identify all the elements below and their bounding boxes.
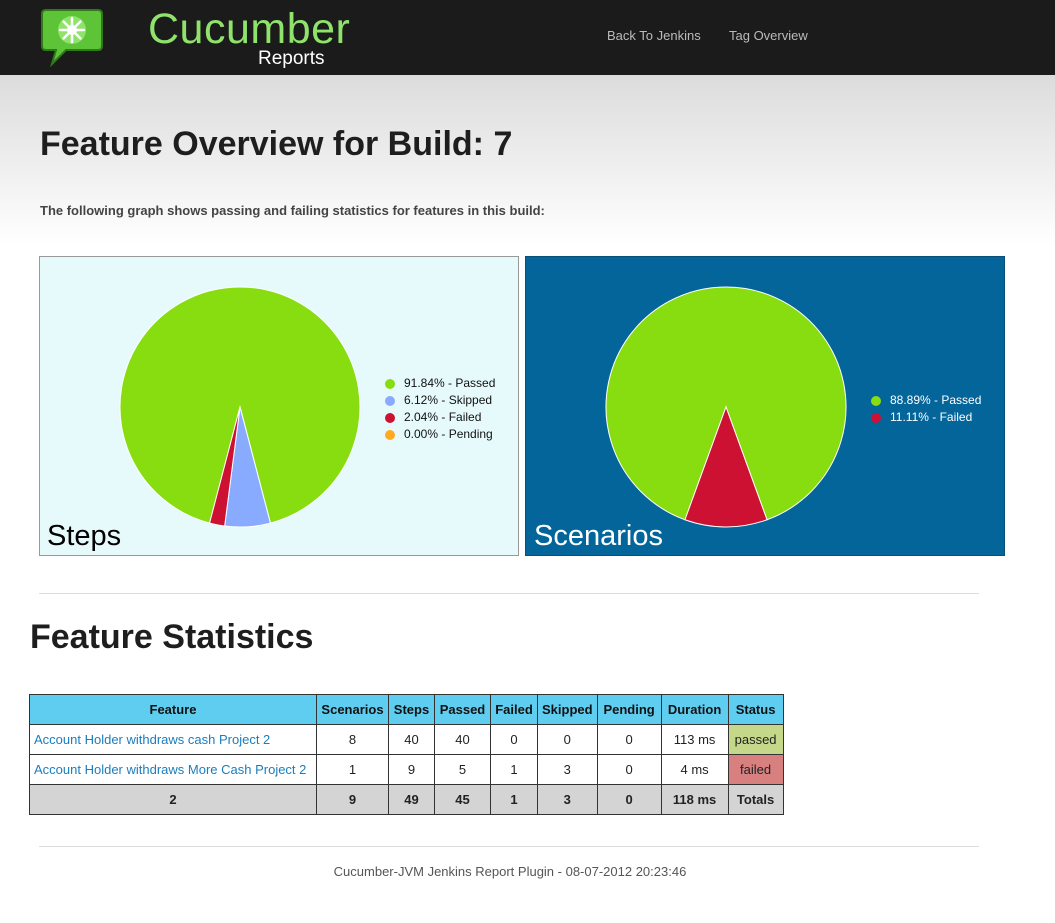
steps-chart-title: Steps: [47, 520, 122, 552]
legend-dot-icon: [385, 378, 395, 389]
logo[interactable]: Cucumber Reports: [40, 4, 351, 69]
scenarios-cell: 1: [316, 754, 389, 785]
total-features-cell: 2: [29, 784, 317, 815]
legend-dot-icon: [385, 412, 395, 423]
legend-dot-icon: [871, 395, 881, 406]
divider: [39, 593, 979, 594]
feature-cell: Account Holder withdraws cash Project 2: [29, 724, 317, 755]
table-header-row: Feature Scenarios Steps Passed Failed Sk…: [29, 694, 784, 725]
passed-cell: 5: [434, 754, 491, 785]
feature-link[interactable]: Account Holder withdraws More Cash Proje…: [34, 762, 306, 777]
legend-label: 6.12% - Skipped: [404, 393, 493, 407]
failed-cell: 1: [490, 754, 538, 785]
nav-tag-overview[interactable]: Tag Overview: [729, 28, 808, 43]
total-duration-cell: 118 ms: [660, 784, 729, 815]
scenarios-cell: 8: [316, 724, 389, 755]
legend-item: 11.11% - Failed: [871, 409, 981, 426]
legend-label: 88.89% - Passed: [890, 393, 982, 407]
steps-cell: 9: [388, 754, 435, 785]
scenarios-chart-title: Scenarios: [534, 520, 663, 552]
passed-cell: 40: [434, 724, 491, 755]
duration-cell: 4 ms: [660, 754, 729, 785]
legend-dot-icon: [385, 429, 395, 440]
table-row: Account Holder withdraws cash Project 2 …: [29, 724, 784, 755]
col-skipped: Skipped: [537, 694, 598, 725]
col-failed: Failed: [490, 694, 538, 725]
pending-cell: 0: [596, 724, 662, 755]
feature-statistics-table: Feature Scenarios Steps Passed Failed Sk…: [29, 694, 784, 815]
page-subtitle: The following graph shows passing and fa…: [40, 203, 545, 218]
feature-link[interactable]: Account Holder withdraws cash Project 2: [34, 732, 270, 747]
col-scenarios: Scenarios: [316, 694, 389, 725]
page-title: Feature Overview for Build: 7: [40, 125, 513, 163]
feature-cell: Account Holder withdraws More Cash Proje…: [29, 754, 317, 785]
steps-legend: 91.84% - Passed 6.12% - Skipped 2.04% - Fa…: [385, 375, 495, 443]
skipped-cell: 3: [537, 754, 598, 785]
total-failed-cell: 1: [490, 784, 538, 815]
col-passed: Passed: [434, 694, 491, 725]
steps-chart-panel: 91.84% - Passed 6.12% - Skipped 2.04% - Fa…: [39, 256, 519, 556]
col-pending: Pending: [596, 694, 662, 725]
steps-cell: 40: [388, 724, 435, 755]
scenarios-legend: 88.89% - Passed 11.11% - Failed: [871, 392, 981, 426]
duration-cell: 113 ms: [660, 724, 729, 755]
logo-title: Cucumber: [148, 5, 351, 53]
col-feature: Feature: [29, 694, 317, 725]
skipped-cell: 0: [537, 724, 598, 755]
total-pending-cell: 0: [596, 784, 662, 815]
total-steps-cell: 49: [388, 784, 435, 815]
legend-dot-icon: [385, 395, 395, 406]
status-badge: passed: [727, 724, 784, 755]
legend-label: 11.11% - Failed: [890, 410, 973, 424]
totals-label: Totals: [727, 784, 784, 815]
legend-dot-icon: [871, 412, 881, 423]
cucumber-logo-icon: [41, 9, 103, 68]
legend-item: 88.89% - Passed: [871, 392, 981, 409]
legend-item: 91.84% - Passed: [385, 375, 495, 392]
pending-cell: 0: [596, 754, 662, 785]
status-badge: failed: [727, 754, 784, 785]
feature-statistics-heading: Feature Statistics: [30, 618, 314, 656]
footer-text: Cucumber-JVM Jenkins Report Plugin - 08-…: [333, 864, 687, 879]
legend-label: 0.00% - Pending: [404, 427, 493, 441]
table-totals-row: 2 9 49 45 1 3 0 118 ms Totals: [29, 784, 784, 815]
total-scenarios-cell: 9: [316, 784, 389, 815]
legend-label: 91.84% - Passed: [404, 376, 496, 390]
total-skipped-cell: 3: [537, 784, 598, 815]
col-steps: Steps: [388, 694, 435, 725]
nav-back-to-jenkins[interactable]: Back To Jenkins: [607, 28, 701, 43]
col-status: Status: [727, 694, 784, 725]
total-passed-cell: 45: [434, 784, 491, 815]
footer-divider: [39, 846, 979, 847]
legend-item: 0.00% - Pending: [385, 426, 495, 443]
legend-item: 6.12% - Skipped: [385, 392, 495, 409]
failed-cell: 0: [490, 724, 538, 755]
legend-item: 2.04% - Failed: [385, 409, 495, 426]
col-duration: Duration: [660, 694, 729, 725]
logo-subtitle: Reports: [258, 48, 325, 69]
legend-label: 2.04% - Failed: [404, 410, 482, 424]
table-row: Account Holder withdraws More Cash Proje…: [29, 754, 784, 785]
scenarios-chart-panel: 88.89% - Passed 11.11% - Failed Scenarios: [525, 256, 1005, 556]
top-bar: Cucumber Reports Back To Jenkins Tag Ove…: [0, 0, 1055, 75]
